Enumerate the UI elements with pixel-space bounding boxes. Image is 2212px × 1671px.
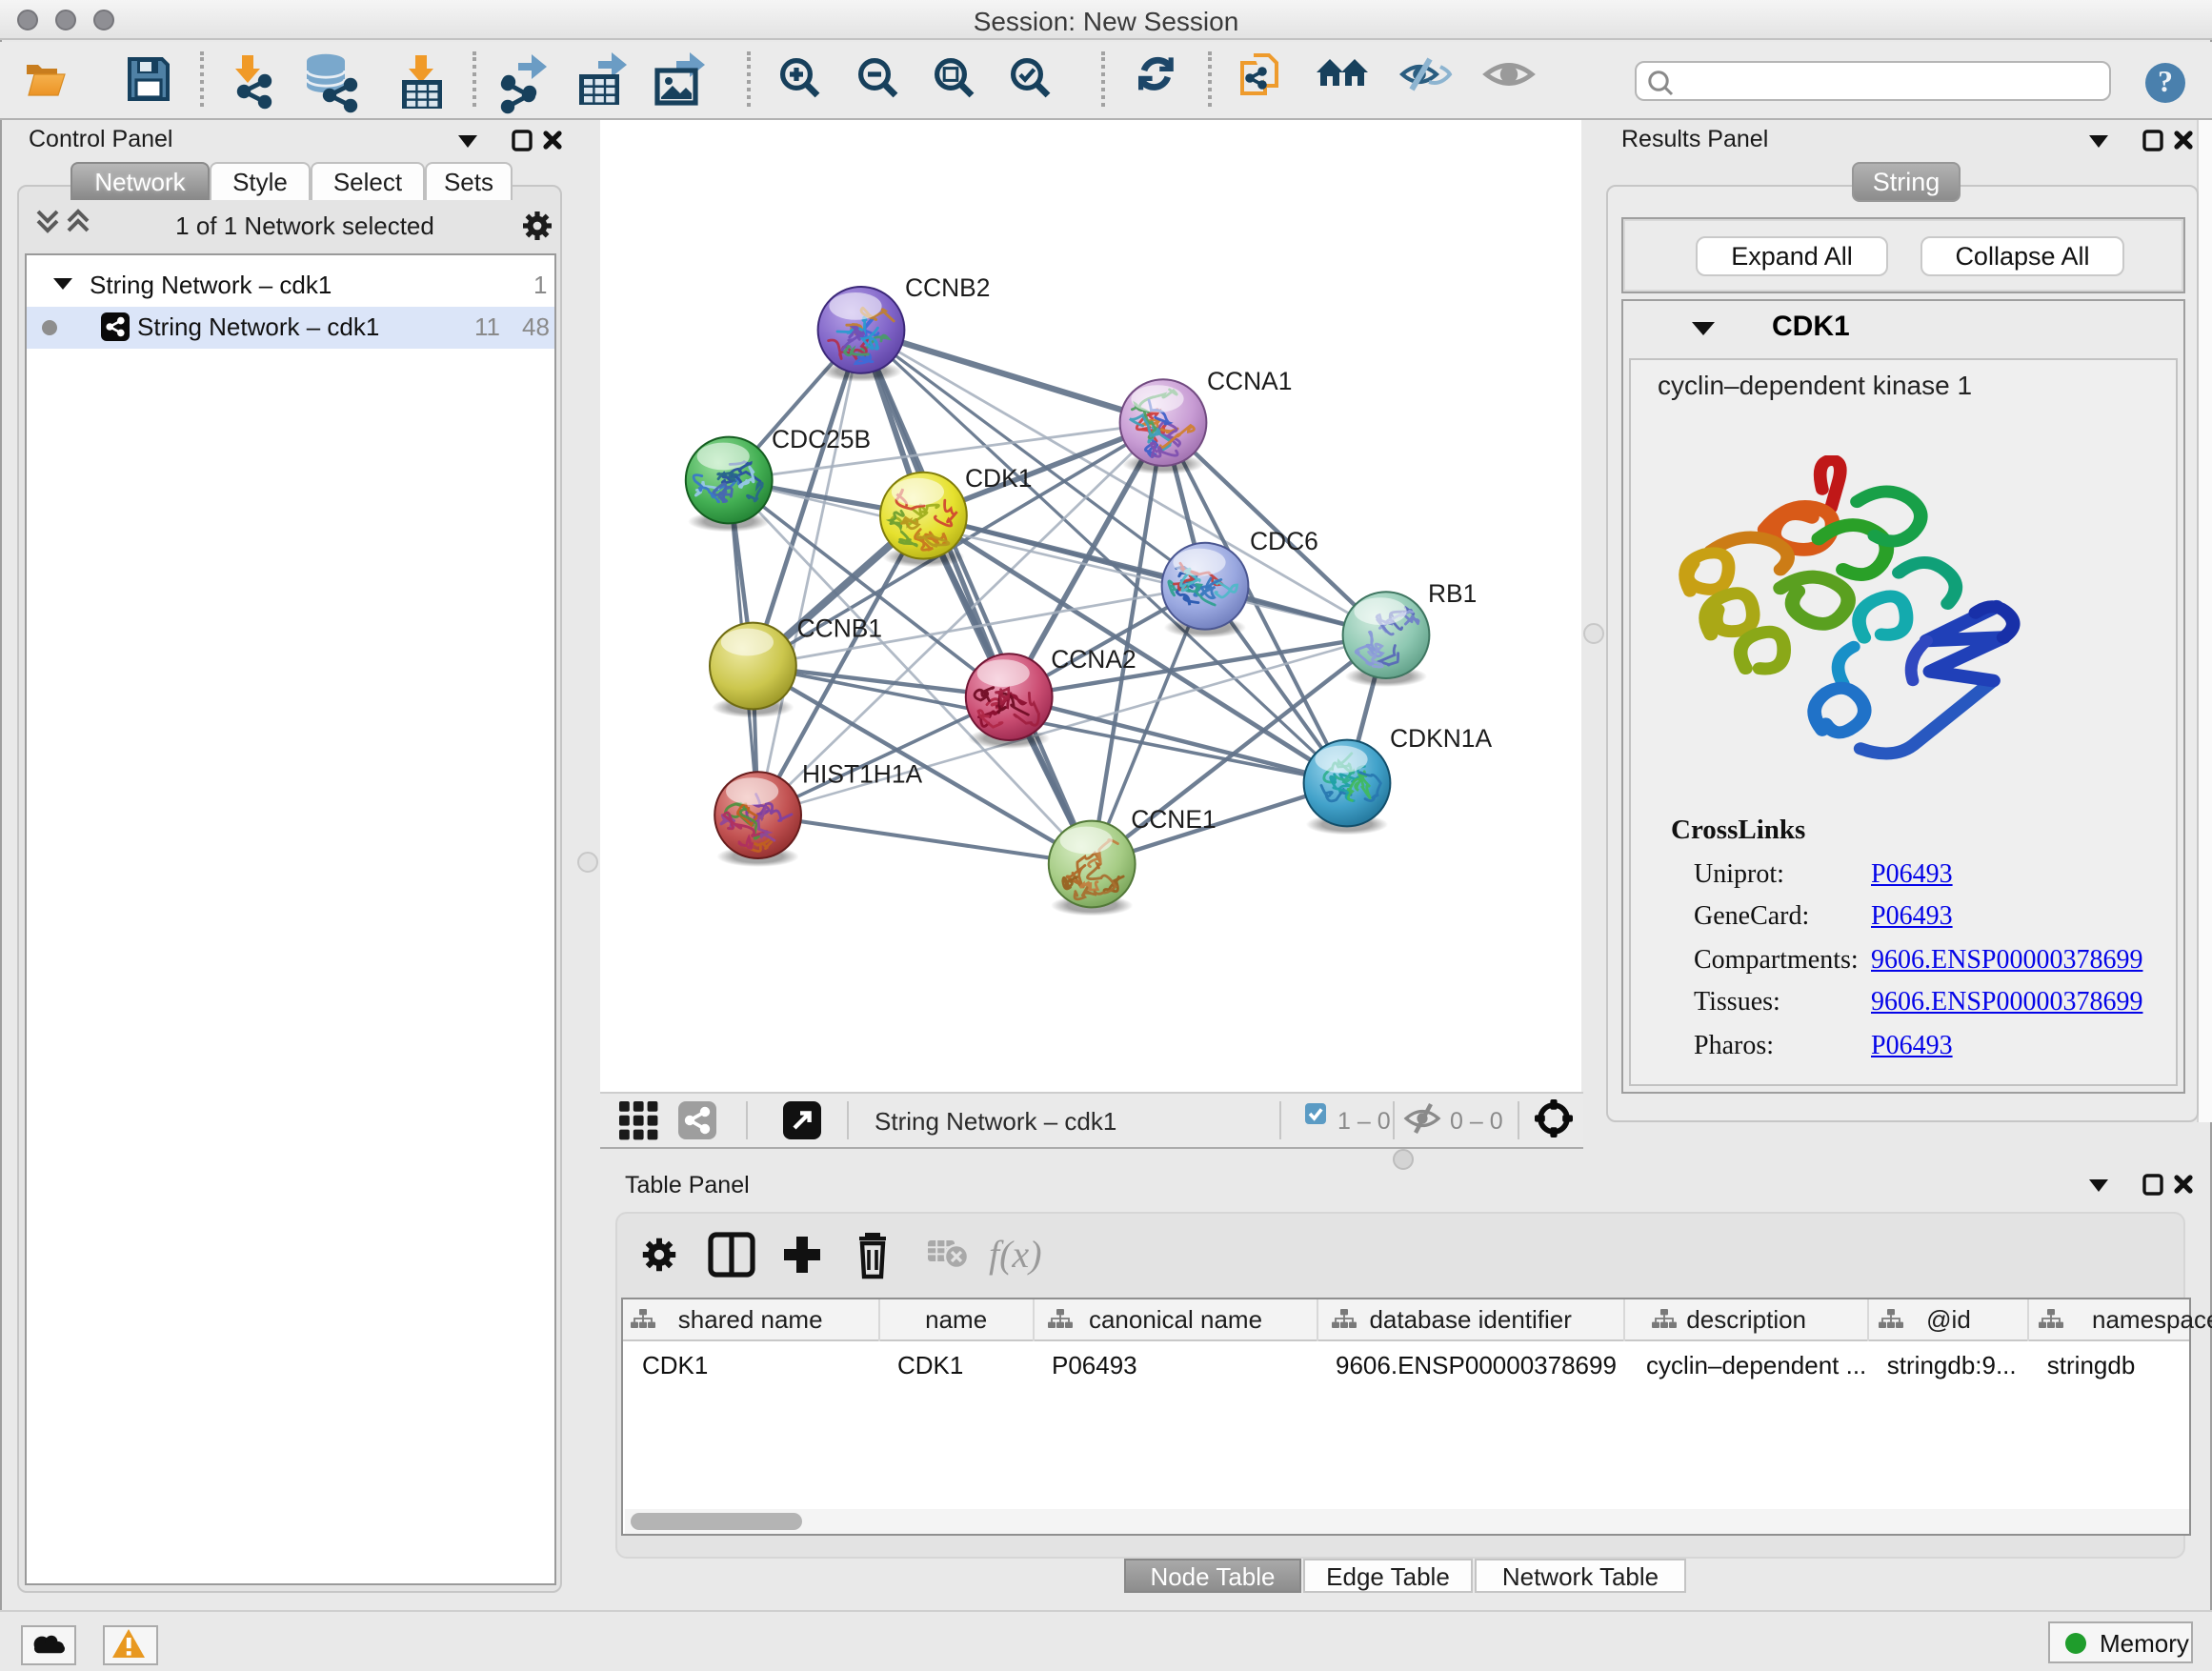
svg-text:0 – 0: 0 – 0: [1450, 1108, 1503, 1135]
svg-text:CCNB2: CCNB2: [905, 273, 990, 302]
svg-text:1 – 0: 1 – 0: [1337, 1108, 1391, 1135]
svg-text:String Network – cdk1: String Network – cdk1: [875, 1107, 1116, 1136]
svg-text:RB1: RB1: [1428, 579, 1477, 608]
svg-text:CDC6: CDC6: [1250, 527, 1318, 555]
svg-text:CDC25B: CDC25B: [772, 425, 871, 453]
svg-text:1 of 1 Network selected: 1 of 1 Network selected: [175, 211, 434, 240]
svg-text:HIST1H1A: HIST1H1A: [802, 760, 923, 789]
svg-text:CCNE1: CCNE1: [1131, 805, 1216, 834]
svg-text:f(x): f(x): [989, 1233, 1042, 1276]
svg-text:CDK1: CDK1: [965, 464, 1032, 493]
svg-text:CCNB1: CCNB1: [797, 614, 882, 642]
svg-text:CCNA1: CCNA1: [1207, 367, 1292, 395]
svg-text:CCNA2: CCNA2: [1051, 645, 1136, 674]
svg-text:CDKN1A: CDKN1A: [1390, 724, 1492, 753]
